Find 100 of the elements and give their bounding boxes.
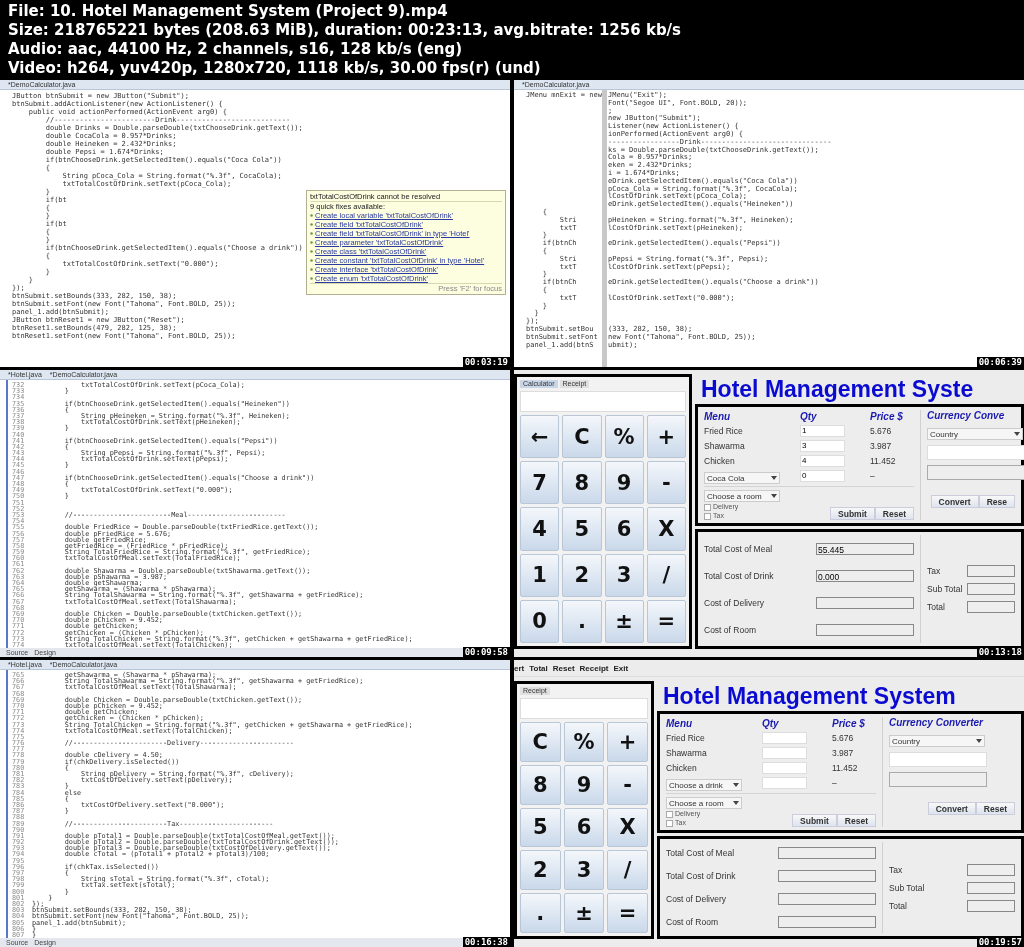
column-header: Menu <box>704 411 732 423</box>
caret-icon <box>771 494 777 498</box>
calculator-key[interactable]: 3 <box>563 850 605 891</box>
action-button[interactable]: Submit <box>830 507 875 520</box>
scrollbar[interactable] <box>602 90 607 367</box>
action-button[interactable]: Convert <box>930 495 979 508</box>
quantity-field[interactable] <box>762 761 807 774</box>
total-field <box>967 863 1015 876</box>
calculator-key[interactable]: + <box>607 722 648 762</box>
calculator-key[interactable]: % <box>604 415 644 459</box>
calculator-key[interactable]: 6 <box>563 807 605 848</box>
calculator-key[interactable]: 8 <box>562 461 602 505</box>
menu-item[interactable]: ert <box>514 663 525 673</box>
total-label: Total Cost of Meal <box>666 848 735 859</box>
quantity-field[interactable] <box>762 746 807 759</box>
calculator-key[interactable]: ← <box>520 415 560 459</box>
bullet-icon <box>310 232 313 235</box>
calculator-display[interactable] <box>520 698 648 719</box>
calculator-key[interactable]: - <box>607 764 648 805</box>
quantity-field[interactable]: 4 <box>800 454 845 467</box>
total-label: Total Cost of Drink <box>704 570 774 581</box>
calculator-key[interactable]: 2 <box>562 553 602 597</box>
file-info-line: Audio: aac, 44100 Hz, 2 channels, s16, 128 kb/s (eng) <box>8 40 464 59</box>
calculator-key[interactable]: ± <box>563 893 605 933</box>
action-button[interactable]: Rese <box>978 495 1015 508</box>
total-label: Total <box>889 900 907 911</box>
calculator-key[interactable]: / <box>607 850 648 891</box>
app-title: Hotel Management System <box>662 682 957 711</box>
caret-icon <box>771 476 777 480</box>
total-label: Cost of Room <box>704 624 756 635</box>
price-label: 11.452 <box>870 455 897 466</box>
menu-item-label: Shawarma <box>666 747 708 758</box>
drink-dropdown[interactable]: Choose a drink <box>666 779 742 791</box>
bullet-icon <box>310 214 313 217</box>
calculator-key[interactable]: C <box>562 415 602 459</box>
calculator-key[interactable]: - <box>646 461 686 505</box>
calculator-key[interactable]: = <box>607 893 648 933</box>
calculator-key[interactable]: . <box>520 893 561 933</box>
amount-field[interactable] <box>927 445 1024 460</box>
drink-dropdown[interactable]: Coca Cola <box>704 472 780 484</box>
action-button[interactable]: Reset <box>836 814 876 827</box>
calculator-key[interactable]: + <box>646 415 686 459</box>
amount-field[interactable] <box>889 752 987 767</box>
country-dropdown[interactable]: Country <box>927 428 1023 440</box>
calculator-key[interactable]: 2 <box>520 850 561 891</box>
bullet-icon <box>310 259 313 262</box>
price-label: 5.676 <box>870 426 893 437</box>
total-field <box>967 583 1015 595</box>
calculator-key[interactable]: 1 <box>520 553 560 597</box>
calculator-key[interactable]: 5 <box>520 807 561 848</box>
menu-item[interactable]: Exit <box>613 663 629 673</box>
price-label: 11.452 <box>832 762 859 773</box>
calculator-key[interactable]: = <box>646 599 686 643</box>
action-button[interactable]: Submit <box>792 814 837 827</box>
menu-item[interactable]: Reset <box>552 663 575 673</box>
room-dropdown[interactable]: Choose a room <box>704 490 780 502</box>
calculator-key[interactable]: 9 <box>604 461 644 505</box>
caret-icon <box>733 783 739 787</box>
calculator-key[interactable]: / <box>646 553 686 597</box>
calculator-key[interactable]: % <box>563 722 605 762</box>
app-title: Hotel Management Syste <box>700 375 975 404</box>
calculator-key[interactable]: ± <box>604 599 644 643</box>
bullet-icon <box>310 250 313 253</box>
country-dropdown[interactable]: Country <box>889 735 985 747</box>
calculator-display[interactable] <box>520 391 686 412</box>
calculator-key[interactable]: 0 <box>520 599 560 643</box>
bullet-icon <box>310 223 313 226</box>
calculator-key[interactable]: X <box>646 507 686 551</box>
caret-icon <box>733 801 739 805</box>
timestamp: 00:06:39 <box>976 357 1024 367</box>
calculator-key[interactable]: 4 <box>520 507 560 551</box>
price-label: 3.987 <box>870 440 893 451</box>
calculator-key[interactable]: . <box>562 599 602 643</box>
action-button[interactable]: Convert <box>927 802 976 815</box>
calculator-key[interactable]: C <box>520 722 561 762</box>
calculator-key[interactable]: 9 <box>563 764 605 805</box>
calculator-key[interactable]: 6 <box>604 507 644 551</box>
calculator-key[interactable]: 7 <box>520 461 560 505</box>
total-field <box>967 899 1015 912</box>
calculator-key[interactable]: 5 <box>562 507 602 551</box>
room-dropdown[interactable]: Choose a room <box>666 797 742 809</box>
calculator-key[interactable]: X <box>607 807 648 848</box>
action-button[interactable]: Reset <box>975 802 1015 815</box>
caret-icon <box>1014 432 1020 436</box>
quantity-field[interactable]: 1 <box>800 425 845 438</box>
column-header: Price $ <box>870 411 904 423</box>
total-field <box>967 565 1015 577</box>
quantity-field[interactable]: 3 <box>800 439 845 452</box>
total-label: Cost of Room <box>666 916 718 927</box>
calculator-key[interactable]: 8 <box>520 764 561 805</box>
quantity-field[interactable] <box>762 732 807 745</box>
bullet-icon <box>310 268 313 271</box>
calculator-key[interactable]: 3 <box>604 553 644 597</box>
total-label: Total Cost of Drink <box>666 871 736 882</box>
menu-item[interactable]: Total <box>529 663 548 673</box>
quantity-field[interactable] <box>762 776 807 789</box>
caret-icon <box>976 739 982 743</box>
quantity-field[interactable]: 0 <box>800 469 845 482</box>
action-button[interactable]: Reset <box>874 507 914 520</box>
menu-item[interactable]: Receipt <box>579 663 609 673</box>
